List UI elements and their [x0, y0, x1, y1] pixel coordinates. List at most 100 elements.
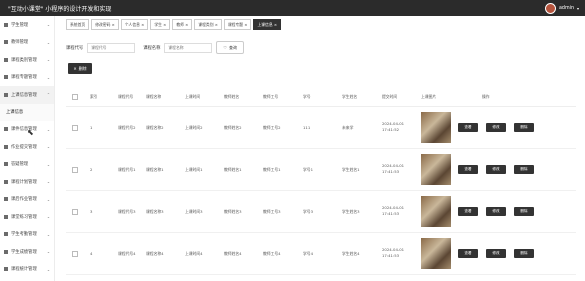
teacher-name: 教师姓名4	[224, 251, 242, 256]
tab-course-category[interactable]: 课程类别 ×	[194, 19, 222, 30]
teacher-no: 教师工号3	[263, 209, 281, 214]
select-all-checkbox[interactable]	[72, 94, 78, 101]
top-bar: "互动小课堂" 小程序的设计开发和实现 admin ▾	[0, 0, 585, 16]
submit-time: 2024-04-01 17:41:52	[382, 121, 405, 132]
course-name: 课程名称1	[146, 167, 164, 172]
chevron-down-icon: ⌄	[46, 39, 50, 45]
student-no: 111	[303, 125, 311, 130]
teacher-no: 教师工号1	[263, 167, 281, 172]
tab-students[interactable]: 学生 ×	[150, 19, 171, 30]
submit-time: 2024-04-01 17:41:53	[382, 205, 405, 216]
chevron-down-icon: ⌄	[46, 22, 50, 28]
view-button[interactable]: 查看	[458, 165, 478, 174]
course-name-input[interactable]	[164, 42, 213, 53]
row-checkbox[interactable]	[72, 167, 78, 174]
sidebar-item-after-class-homework[interactable]: 课后作业管理 ⌄	[0, 191, 54, 209]
query-button[interactable]: ♡ 查询	[216, 41, 244, 54]
grid-icon	[4, 22, 8, 27]
row-checkbox[interactable]	[72, 251, 78, 258]
table-header: 索引 课程代号 课程名称 上课时间 教师姓名 教师工号 学号 学生姓名 提交时间…	[66, 87, 576, 107]
username[interactable]: admin	[559, 6, 574, 11]
sidebar-item-grades[interactable]: 学生成绩管理 ⌄	[0, 243, 54, 261]
course-code: 课程代号3	[118, 209, 136, 214]
tab-teachers[interactable]: 教师 ×	[172, 19, 193, 30]
batch-delete-button[interactable]: ✕ 删除	[68, 63, 92, 74]
sidebar-item-qa[interactable]: 答疑管理 ⌄	[0, 156, 54, 174]
chevron-down-icon: ⌄	[46, 249, 50, 255]
row-index: 4	[90, 251, 93, 256]
sidebar-item-statistics[interactable]: 课程统计管理 ⌄	[0, 261, 54, 279]
table-row: 2 课程代号1 课程名称1 上课时间1 教师姓名1 教师工号1 学号1 学生姓名…	[66, 149, 576, 191]
column-header: 上课时间	[185, 94, 201, 99]
course-code-input[interactable]	[87, 42, 136, 53]
row-checkbox[interactable]	[72, 125, 78, 132]
user-menu[interactable]: admin ▾	[544, 3, 579, 14]
student-name: 学生姓名3	[342, 209, 360, 214]
sidebar-item-teachers[interactable]: 教师管理 ⌄	[0, 34, 54, 52]
class-image	[421, 154, 451, 185]
sidebar-item-students[interactable]: 学生管理 ⌄	[0, 16, 54, 34]
chevron-down-icon: ⌄	[46, 126, 50, 132]
class-image	[421, 238, 451, 269]
chevron-down-icon: ⌄	[46, 196, 50, 202]
edit-button[interactable]: 修改	[486, 165, 506, 174]
column-header: 课程代号	[118, 94, 134, 99]
sidebar-item-attendance[interactable]: 学生考勤管理 ⌄	[0, 226, 54, 244]
delete-button[interactable]: 删除	[514, 207, 534, 216]
row-index: 2	[90, 167, 93, 172]
chevron-down-icon: ⌄	[46, 74, 50, 80]
sidebar-subitem-class-info[interactable]: 上课信息	[0, 103, 54, 121]
close-icon: ✕	[73, 66, 77, 71]
delete-button[interactable]: 删除	[514, 123, 534, 132]
class-time: 上课时间1	[185, 167, 203, 172]
column-header: 教师工号	[263, 94, 279, 99]
chevron-down-icon: ⌄	[46, 214, 50, 220]
grid-icon	[4, 92, 8, 97]
sidebar-item-homework-submit[interactable]: 作业提交管理 ⌄	[0, 138, 54, 156]
sidebar-item-course-category[interactable]: 课程类别管理 ⌄	[0, 51, 54, 69]
course-code: 课程代号2	[118, 125, 136, 130]
submit-time: 2024-04-01 17:41:53	[382, 247, 405, 258]
row-index: 3	[90, 209, 93, 214]
sidebar: 学生管理 ⌄ 教师管理 ⌄ 课程类别管理 ⌄ 课程专题管理 ⌄ 上课信息管理 ⌃ 上课信息…	[0, 16, 55, 281]
tab-profile[interactable]: 个人信息 ×	[120, 19, 149, 30]
course-code: 课程代号4	[118, 251, 136, 256]
tab-change-password[interactable]: 修改密码 ×	[91, 19, 119, 30]
chevron-down-icon: ⌄	[46, 231, 50, 237]
row-checkbox[interactable]	[72, 209, 78, 216]
student-name: 学生姓名4	[342, 251, 360, 256]
table-row: 1 课程代号2 课程名称2 上课时间2 教师姓名2 教师工号2 111 未来学 …	[66, 107, 576, 149]
grid-icon	[4, 214, 8, 219]
sidebar-item-class-practice[interactable]: 课堂练习管理 ⌄	[0, 208, 54, 226]
edit-button[interactable]: 修改	[486, 249, 506, 258]
sidebar-item-class-info[interactable]: 上课信息管理 ⌃	[0, 86, 54, 104]
student-name: 学生姓名1	[342, 167, 360, 172]
class-time: 上课时间2	[185, 125, 203, 130]
chevron-down-icon: ⌄	[46, 266, 50, 272]
class-info-table: 索引 课程代号 课程名称 上课时间 教师姓名 教师工号 学号 学生姓名 提交时间…	[66, 87, 576, 275]
edit-button[interactable]: 修改	[486, 207, 506, 216]
chevron-down-icon[interactable]: ▾	[577, 6, 579, 11]
column-header: 操作	[482, 94, 490, 99]
column-header: 上课图片	[421, 94, 437, 99]
class-time: 上课时间3	[185, 209, 203, 214]
view-button[interactable]: 查看	[458, 249, 478, 258]
grid-icon	[4, 267, 8, 272]
course-code-label: 课程代号	[66, 45, 84, 51]
delete-button[interactable]: 删除	[514, 165, 534, 174]
table-row: 3 课程代号3 课程名称3 上课时间3 教师姓名3 教师工号3 学号3 学生姓名…	[66, 191, 576, 233]
send-icon	[4, 197, 8, 202]
view-button[interactable]: 查看	[458, 207, 478, 216]
avatar[interactable]	[544, 3, 556, 14]
tab-home[interactable]: 系统首页	[66, 19, 90, 30]
course-name-label: 课程名称	[143, 45, 161, 51]
tab-class-info[interactable]: 上课信息 ×	[253, 19, 282, 30]
column-header: 学生姓名	[342, 94, 358, 99]
sidebar-item-course-plan[interactable]: 课程计划管理 ⌄	[0, 173, 54, 191]
sidebar-item-course-topic[interactable]: 课程专题管理 ⌄	[0, 69, 54, 87]
tab-course-topic[interactable]: 课程专题 ×	[223, 19, 252, 30]
view-button[interactable]: 查看	[458, 123, 478, 132]
class-time: 上课时间4	[185, 251, 203, 256]
edit-button[interactable]: 修改	[486, 123, 506, 132]
delete-button[interactable]: 删除	[514, 249, 534, 258]
